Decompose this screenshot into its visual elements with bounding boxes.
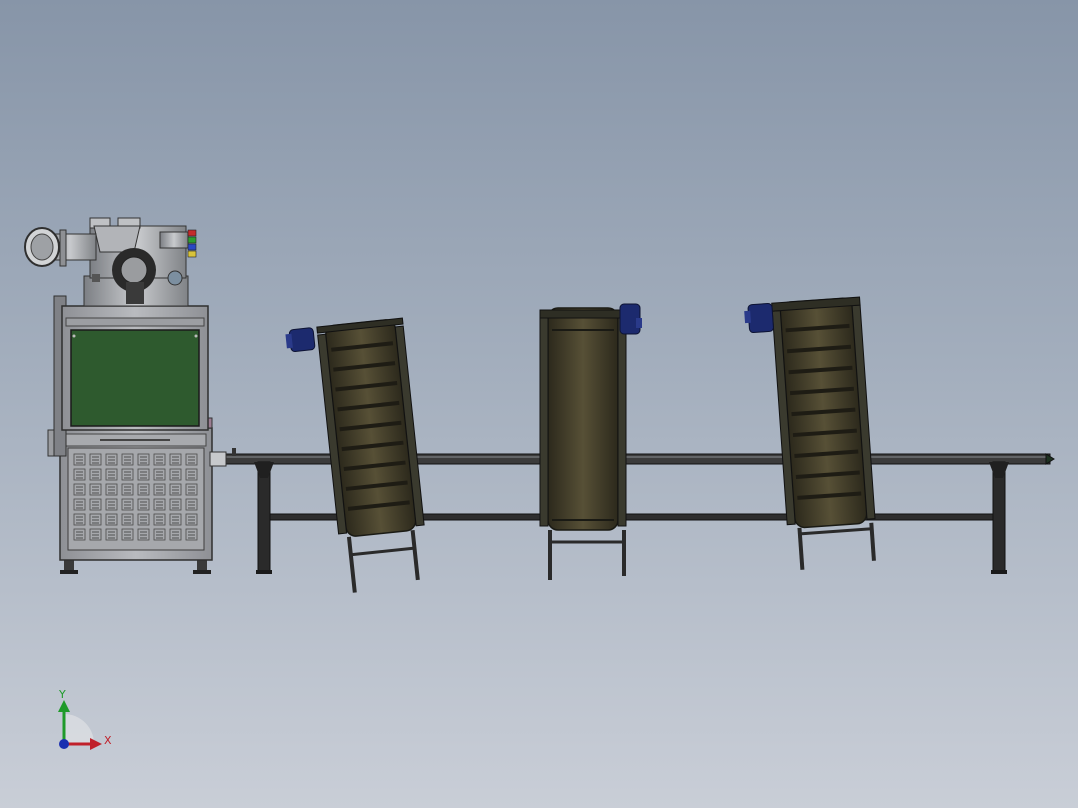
stack-light-segment bbox=[187, 236, 197, 244]
stack-light-segment bbox=[187, 243, 197, 251]
stack-light-segment bbox=[187, 250, 197, 258]
control-panel-screen[interactable] bbox=[70, 329, 200, 427]
axis-triad: Y X bbox=[58, 688, 112, 750]
incline-conveyor-3[interactable] bbox=[744, 296, 878, 572]
x-axis-label: X bbox=[104, 734, 112, 747]
cad-viewport[interactable]: Y X bbox=[0, 0, 1078, 808]
feed-mechanism bbox=[24, 217, 189, 307]
incline-conveyor-2[interactable] bbox=[539, 303, 642, 580]
processing-machine[interactable] bbox=[24, 217, 213, 574]
y-axis-label: Y bbox=[58, 688, 66, 701]
stack-light-segment bbox=[187, 229, 197, 237]
cad-scene[interactable]: Y X bbox=[0, 0, 1078, 808]
drive-motor-3 bbox=[744, 302, 774, 334]
drive-motor-2 bbox=[619, 303, 642, 335]
stack-light bbox=[187, 229, 197, 258]
z-axis-dot bbox=[59, 739, 69, 749]
x-axis-head bbox=[90, 738, 102, 750]
y-axis-head bbox=[58, 700, 70, 712]
drive-motor-1 bbox=[285, 327, 316, 353]
lower-cabinet bbox=[47, 417, 213, 561]
